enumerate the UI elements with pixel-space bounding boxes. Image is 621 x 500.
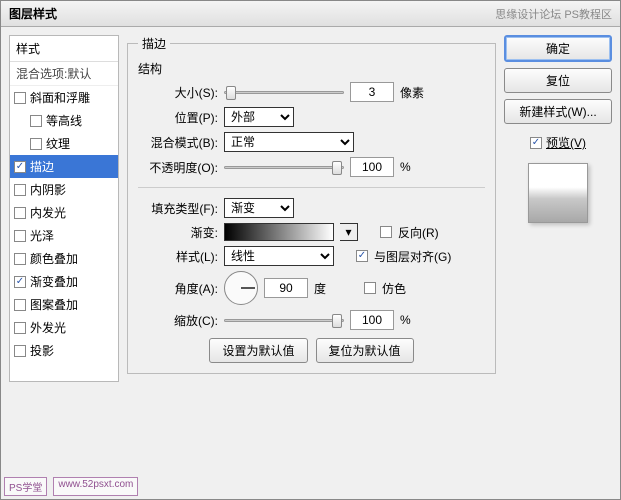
cancel-button[interactable]: 复位 <box>504 68 612 93</box>
scale-input[interactable] <box>350 310 394 330</box>
style-item-11[interactable]: 投影 <box>10 339 118 362</box>
reverse-label: 反向(R) <box>398 224 439 241</box>
titlebar-right-text: 思缘设计论坛 PS教程区 <box>495 6 612 22</box>
style-item-10[interactable]: 外发光 <box>10 316 118 339</box>
style-checkbox[interactable] <box>14 253 26 265</box>
watermark: PS学堂 www.52psxt.com <box>4 477 138 496</box>
angle-input[interactable] <box>264 278 308 298</box>
opacity-label: 不透明度(O): <box>138 159 218 176</box>
opacity-slider[interactable] <box>224 159 344 175</box>
style-item-9[interactable]: 图案叠加 <box>10 293 118 316</box>
opacity-unit: % <box>400 160 428 174</box>
dither-label: 仿色 <box>382 280 406 297</box>
reset-default-button[interactable]: 复位为默认值 <box>316 338 414 363</box>
size-unit: 像素 <box>400 84 428 101</box>
watermark-url: www.52psxt.com <box>53 477 138 496</box>
set-default-button[interactable]: 设置为默认值 <box>209 338 307 363</box>
style-item-label: 斜面和浮雕 <box>30 89 90 106</box>
angle-unit: 度 <box>314 280 342 297</box>
position-select[interactable]: 外部 <box>224 107 294 127</box>
style-item-8[interactable]: 渐变叠加 <box>10 270 118 293</box>
window-title: 图层样式 <box>9 5 57 22</box>
style-checkbox[interactable] <box>14 299 26 311</box>
size-label: 大小(S): <box>138 84 218 101</box>
style-label: 样式(L): <box>138 248 218 265</box>
style-item-5[interactable]: 内发光 <box>10 201 118 224</box>
settings-panel: 描边 结构 大小(S): 像素 位置(P): 外部 混合模式(B): 正常 <box>127 35 496 382</box>
style-list-panel: 样式 混合选项:默认 斜面和浮雕等高线纹理描边内阴影内发光光泽颜色叠加渐变叠加图… <box>9 35 119 382</box>
size-slider[interactable] <box>224 84 344 100</box>
dither-checkbox[interactable] <box>364 282 376 294</box>
style-item-label: 内发光 <box>30 204 66 221</box>
style-checkbox[interactable] <box>14 161 26 173</box>
style-checkbox[interactable] <box>14 345 26 357</box>
preview-swatch <box>528 163 588 223</box>
style-item-label: 内阴影 <box>30 181 66 198</box>
style-item-6[interactable]: 光泽 <box>10 224 118 247</box>
grad-style-select[interactable]: 线性 <box>224 246 334 266</box>
angle-label: 角度(A): <box>138 280 218 297</box>
blend-mode-label: 混合模式(B): <box>138 134 218 151</box>
style-header: 样式 <box>10 36 118 62</box>
action-panel: 确定 复位 新建样式(W)... 预览(V) <box>504 35 612 382</box>
blend-mode-select[interactable]: 正常 <box>224 132 354 152</box>
title-bar: 图层样式 思缘设计论坛 PS教程区 <box>1 1 620 27</box>
style-item-3[interactable]: 描边 <box>10 155 118 178</box>
gradient-label: 渐变: <box>138 224 218 241</box>
scale-unit: % <box>400 313 428 327</box>
style-item-label: 等高线 <box>46 112 82 129</box>
stroke-legend: 描边 <box>138 35 170 52</box>
style-item-label: 投影 <box>30 342 54 359</box>
style-checkbox[interactable] <box>14 184 26 196</box>
reverse-checkbox[interactable] <box>380 226 392 238</box>
angle-dial[interactable] <box>224 271 258 305</box>
style-item-label: 颜色叠加 <box>30 250 78 267</box>
style-item-label: 描边 <box>30 158 54 175</box>
opacity-input[interactable] <box>350 157 394 177</box>
ok-button[interactable]: 确定 <box>504 35 612 62</box>
style-item-0[interactable]: 斜面和浮雕 <box>10 86 118 109</box>
style-checkbox[interactable] <box>14 230 26 242</box>
style-item-4[interactable]: 内阴影 <box>10 178 118 201</box>
gradient-dropdown-icon[interactable]: ▾ <box>340 223 358 241</box>
scale-slider[interactable] <box>224 312 344 328</box>
new-style-button[interactable]: 新建样式(W)... <box>504 99 612 124</box>
scale-label: 缩放(C): <box>138 312 218 329</box>
filltype-select[interactable]: 渐变 <box>224 198 294 218</box>
style-checkbox[interactable] <box>14 207 26 219</box>
style-item-label: 图案叠加 <box>30 296 78 313</box>
style-item-7[interactable]: 颜色叠加 <box>10 247 118 270</box>
watermark-tag: PS学堂 <box>4 477 47 496</box>
position-label: 位置(P): <box>138 109 218 126</box>
style-item-label: 纹理 <box>46 135 70 152</box>
align-label: 与图层对齐(G) <box>374 248 451 265</box>
style-checkbox[interactable] <box>30 138 42 150</box>
style-item-label: 渐变叠加 <box>30 273 78 290</box>
style-item-label: 外发光 <box>30 319 66 336</box>
style-item-label: 光泽 <box>30 227 54 244</box>
style-checkbox[interactable] <box>14 322 26 334</box>
preview-label: 预览(V) <box>546 134 586 151</box>
style-item-1[interactable]: 等高线 <box>10 109 118 132</box>
style-checkbox[interactable] <box>14 92 26 104</box>
layer-style-dialog: 图层样式 思缘设计论坛 PS教程区 样式 混合选项:默认 斜面和浮雕等高线纹理描… <box>0 0 621 500</box>
gradient-swatch[interactable] <box>224 223 334 241</box>
style-item-2[interactable]: 纹理 <box>10 132 118 155</box>
size-input[interactable] <box>350 82 394 102</box>
blending-options[interactable]: 混合选项:默认 <box>10 62 118 86</box>
preview-checkbox[interactable] <box>530 137 542 149</box>
stroke-fieldset: 描边 结构 大小(S): 像素 位置(P): 外部 混合模式(B): 正常 <box>127 35 496 374</box>
filltype-label: 填充类型(F): <box>138 200 218 217</box>
align-checkbox[interactable] <box>356 250 368 262</box>
style-checkbox[interactable] <box>14 276 26 288</box>
style-checkbox[interactable] <box>30 115 42 127</box>
structure-label: 结构 <box>138 60 485 77</box>
